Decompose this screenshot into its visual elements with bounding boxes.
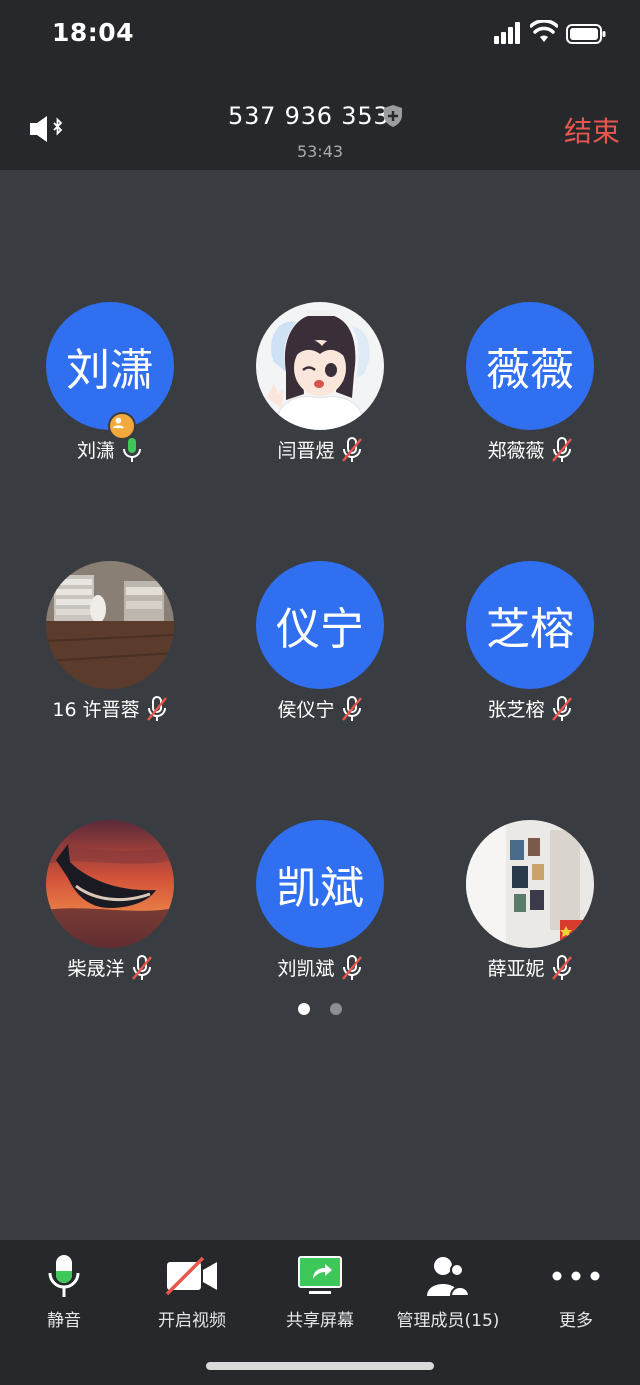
end-meeting-button[interactable]: 结束 <box>564 110 620 150</box>
participant-name: 侯仪宁 <box>277 699 335 721</box>
members-icon <box>427 1257 471 1297</box>
status-bar: 18:04 <box>0 0 640 70</box>
wall-photo <box>466 820 594 948</box>
clock: 18:04 <box>52 18 135 47</box>
share-screen-icon <box>298 1256 342 1294</box>
participant-name: 刘潇 <box>76 440 115 462</box>
microphone-muted-icon <box>551 436 572 462</box>
cellular-signal-icon <box>494 22 520 44</box>
room-photo <box>46 561 174 689</box>
share-label: 共享屏幕 <box>286 1311 354 1331</box>
participant-name: 薛亚妮 <box>487 958 545 980</box>
microphone-muted-icon <box>551 695 572 721</box>
avatar <box>46 561 174 689</box>
wifi-icon <box>530 20 558 42</box>
avatar <box>46 820 174 948</box>
participant-tile[interactable]: 仪宁 侯仪宁 <box>220 561 420 761</box>
meeting-duration: 53:43 <box>296 142 344 161</box>
video-label: 开启视频 <box>158 1311 226 1331</box>
meeting-id[interactable]: 537 936 353 <box>228 102 389 130</box>
battery-icon <box>566 24 606 44</box>
microphone-on-icon <box>123 437 141 462</box>
participant-grid: 刘潇 刘潇 闫晋煜 薇薇 郑薇薇 16 许晋蓉 仪宁 侯仪宁 芝榕 张芝榕 柴晟… <box>0 170 640 1240</box>
participant-name: 张芝榕 <box>487 699 545 721</box>
page-indicator[interactable] <box>0 1003 640 1015</box>
participant-name: 16 许晋蓉 <box>52 699 140 721</box>
home-indicator[interactable] <box>206 1362 434 1370</box>
page-dot[interactable] <box>330 1003 342 1015</box>
avatar <box>466 820 594 948</box>
participant-tile[interactable]: 刘潇 刘潇 <box>10 302 210 502</box>
participant-name: 郑薇薇 <box>487 440 545 462</box>
participant-name: 柴晟洋 <box>67 958 125 980</box>
participant-tile[interactable]: 薇薇 郑薇薇 <box>430 302 630 502</box>
participant-tile[interactable]: 16 许晋蓉 <box>10 561 210 761</box>
participant-tile[interactable]: 凯斌 刘凯斌 <box>220 820 420 1020</box>
participant-tile[interactable]: 闫晋煜 <box>220 302 420 502</box>
avatar: 薇薇 <box>466 302 594 430</box>
start-video-button[interactable]: 开启视频 <box>128 1252 256 1331</box>
meeting-header: 537 936 353 53:43 结束 <box>0 70 640 170</box>
microphone-muted-icon <box>551 954 572 980</box>
more-label: 更多 <box>559 1311 593 1331</box>
avatar: 仪宁 <box>256 561 384 689</box>
participant-name: 刘凯斌 <box>277 958 335 980</box>
avatar <box>256 302 384 430</box>
share-screen-button[interactable]: 共享屏幕 <box>256 1252 384 1331</box>
anime-girl-photo <box>256 302 384 430</box>
video-off-icon <box>165 1256 217 1296</box>
avatar: 芝榕 <box>466 561 594 689</box>
avatar: 凯斌 <box>256 820 384 948</box>
avatar: 刘潇 <box>46 302 174 430</box>
bluetooth-speaker-icon[interactable] <box>28 114 68 144</box>
mute-button[interactable]: 静音 <box>0 1252 128 1331</box>
microphone-muted-icon <box>146 695 167 721</box>
members-label: 管理成员(15) <box>396 1311 500 1331</box>
more-dots-icon <box>552 1271 600 1281</box>
microphone-muted-icon <box>341 436 362 462</box>
participant-name: 闫晋煜 <box>277 440 335 462</box>
participant-tile[interactable]: 薛亚妮 <box>430 820 630 1020</box>
participant-tile[interactable]: 芝榕 张芝榕 <box>430 561 630 761</box>
mute-label: 静音 <box>47 1311 81 1331</box>
microphone-muted-icon <box>341 695 362 721</box>
whale-sunset-photo <box>46 820 174 948</box>
more-button[interactable]: 更多 <box>512 1252 640 1331</box>
microphone-icon <box>48 1255 80 1297</box>
microphone-muted-icon <box>131 954 152 980</box>
manage-members-button[interactable]: 管理成员(15) <box>384 1252 512 1331</box>
page-dot-active[interactable] <box>298 1003 310 1015</box>
shield-icon[interactable] <box>383 104 403 128</box>
participant-tile[interactable]: 柴晟洋 <box>10 820 210 1020</box>
microphone-muted-icon <box>341 954 362 980</box>
